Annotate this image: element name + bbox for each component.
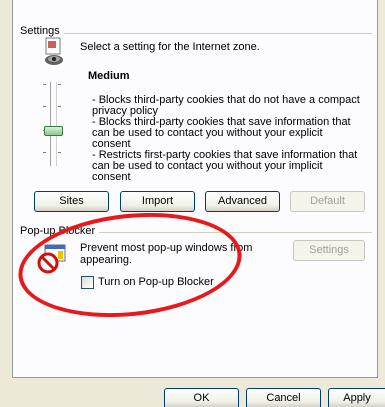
dialog-right-edge bbox=[379, 0, 385, 407]
advanced-button[interactable]: Advanced bbox=[205, 191, 280, 212]
description-line: - Blocks third-party cookies that save i… bbox=[92, 116, 351, 150]
popup-settings-button[interactable]: Settings bbox=[293, 240, 365, 261]
slider-tick bbox=[58, 84, 61, 85]
ok-button[interactable]: OK bbox=[164, 388, 239, 407]
settings-group-line bbox=[20, 33, 372, 34]
privacy-level-label: Medium bbox=[88, 70, 130, 82]
import-button[interactable]: Import bbox=[120, 191, 195, 212]
default-button[interactable]: Default bbox=[290, 191, 365, 212]
apply-button[interactable]: Apply bbox=[328, 388, 385, 407]
slider-tick bbox=[43, 152, 46, 153]
zone-instruction-text: Select a setting for the Internet zone. bbox=[80, 41, 260, 53]
description-line: - Restricts first-party cookies that sav… bbox=[92, 149, 358, 183]
sites-button[interactable]: Sites bbox=[34, 191, 109, 212]
settings-zone-icon bbox=[34, 36, 66, 66]
slider-tick bbox=[43, 84, 46, 85]
description-line: - Blocks third-party cookies that do not… bbox=[92, 94, 360, 117]
cancel-button[interactable]: Cancel bbox=[246, 388, 321, 407]
slider-tick bbox=[43, 106, 46, 107]
privacy-tab-panel bbox=[12, 0, 378, 378]
dialog-window: Settings Select a setting for the Intern… bbox=[0, 0, 385, 407]
slider-track bbox=[56, 82, 57, 166]
slider-tick bbox=[58, 152, 61, 153]
dialog-left-edge bbox=[0, 0, 12, 407]
privacy-level-description: - Blocks third-party cookies that do not… bbox=[92, 95, 362, 183]
slider-thumb[interactable] bbox=[44, 126, 63, 136]
slider-tick bbox=[58, 106, 61, 107]
slider-track bbox=[50, 82, 51, 166]
